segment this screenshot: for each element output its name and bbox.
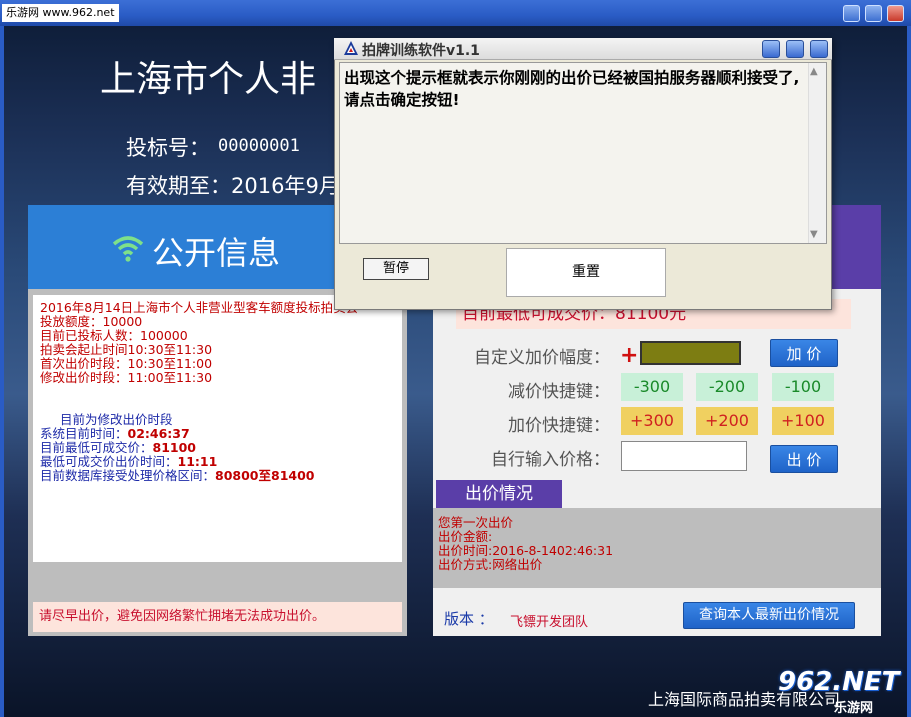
- bid-status-text: 您第一次出价 出价金额: 出价时间:2016-8-1402:46:31 出价方式…: [438, 516, 613, 572]
- bid-status-tab[interactable]: 出价情况: [436, 480, 562, 508]
- maximize-button[interactable]: [865, 5, 882, 22]
- current-phase: 目前为修改出价时段: [60, 412, 173, 427]
- bid-status-line: 您第一次出价: [438, 515, 514, 530]
- app-logo-icon: [344, 41, 358, 55]
- system-time-value: 02:46:37: [127, 426, 190, 441]
- bid-status-line: 出价时间:2016-8-1402:46:31: [438, 543, 614, 558]
- logo-sub: 乐游网: [834, 701, 874, 716]
- price-range-value: 80800至81400: [215, 468, 315, 483]
- min-price-time-value: 11:11: [177, 454, 218, 469]
- window-frame-right: [907, 26, 911, 717]
- increase-200-button[interactable]: +200: [696, 407, 758, 435]
- info-line: 修改出价时段：11:00至11:30: [40, 370, 213, 385]
- warning-banner: 请尽早出价，避免因网络繁忙拥堵无法成功出价。: [33, 602, 402, 632]
- decrease-300-button[interactable]: -300: [621, 373, 683, 401]
- add-price-button[interactable]: 加 价: [770, 339, 838, 367]
- minimize-button[interactable]: [843, 5, 860, 22]
- query-latest-bid-button[interactable]: 查询本人最新出价情况: [683, 602, 855, 629]
- version-value: 飞镖开发团队: [510, 615, 589, 630]
- custom-increase-label: 自定义加价幅度：: [474, 348, 610, 368]
- pause-button[interactable]: 暂停: [363, 258, 429, 280]
- page-title: 上海市个人非: [100, 59, 317, 100]
- manual-price-input[interactable]: [621, 441, 747, 471]
- info-line: 首次出价时段：10:30至11:00: [40, 356, 213, 371]
- site-watermark: 乐游网 www.962.net: [2, 4, 119, 22]
- dialog-close-button[interactable]: [810, 40, 828, 58]
- version-label: 版本 ：: [444, 610, 494, 628]
- bid-number-value: 00000001: [218, 136, 300, 156]
- decrease-shortcut-label: 减价快捷键：: [508, 382, 610, 402]
- wifi-icon: [112, 236, 144, 262]
- decrease-200-button[interactable]: -200: [696, 373, 758, 401]
- price-range-label: 目前数据库接受处理价格区间：: [40, 468, 216, 483]
- manual-price-label: 自行输入价格：: [491, 450, 610, 470]
- public-info-box: 2016年8月14日上海市个人非营业型客车额度投标拍卖会 投放额度：10000 …: [33, 295, 402, 562]
- min-price-time-label: 最低可成交价出价时间：: [40, 454, 178, 469]
- info-line: 拍卖会起止时间10:30至11:30: [40, 342, 213, 357]
- bid-number-label: 投标号：: [126, 136, 210, 160]
- window-frame-left: [0, 26, 4, 717]
- dialog-maximize-button[interactable]: [786, 40, 804, 58]
- reset-button[interactable]: 重置: [506, 248, 666, 297]
- min-price-value: 81100: [152, 440, 197, 455]
- valid-until: 有效期至：2016年9月: [126, 174, 340, 198]
- decrease-100-button[interactable]: -100: [772, 373, 834, 401]
- dialog-message: 出现这个提示框就表示你刚刚的出价已经被国拍服务器顺利接受了,请点击确定按钮!: [344, 69, 800, 109]
- dialog-scrollbar[interactable]: [808, 63, 826, 243]
- public-info-title: 公开信息: [152, 234, 281, 272]
- increase-300-button[interactable]: +300: [621, 407, 683, 435]
- logo-main: 962.NET: [778, 667, 900, 697]
- custom-increase-input[interactable]: [640, 341, 741, 365]
- dialog-minimize-button[interactable]: [762, 40, 780, 58]
- site-logo: 962.NET 乐游网: [778, 667, 908, 716]
- system-time-label: 系统目前时间：: [40, 426, 128, 441]
- scroll-down-icon[interactable]: ▼: [810, 229, 818, 240]
- bid-button[interactable]: 出 价: [770, 445, 838, 473]
- scroll-up-icon[interactable]: ▲: [810, 66, 818, 77]
- info-line: 目前已投标人数：100000: [40, 328, 188, 343]
- increase-shortcut-label: 加价快捷键：: [508, 416, 610, 436]
- info-line: 投放额度：10000: [40, 314, 143, 329]
- bid-status-line: 出价方式:网络出价: [438, 557, 543, 572]
- min-price-label: 目前最低可成交价：: [40, 440, 153, 455]
- increase-100-button[interactable]: +100: [772, 407, 834, 435]
- dialog-title: 拍牌训练软件v1.1: [362, 43, 480, 59]
- plus-sign: +: [620, 343, 639, 368]
- bid-status-line: 出价金额:: [438, 529, 493, 544]
- close-button[interactable]: [887, 5, 904, 22]
- window-titlebar: [0, 0, 911, 26]
